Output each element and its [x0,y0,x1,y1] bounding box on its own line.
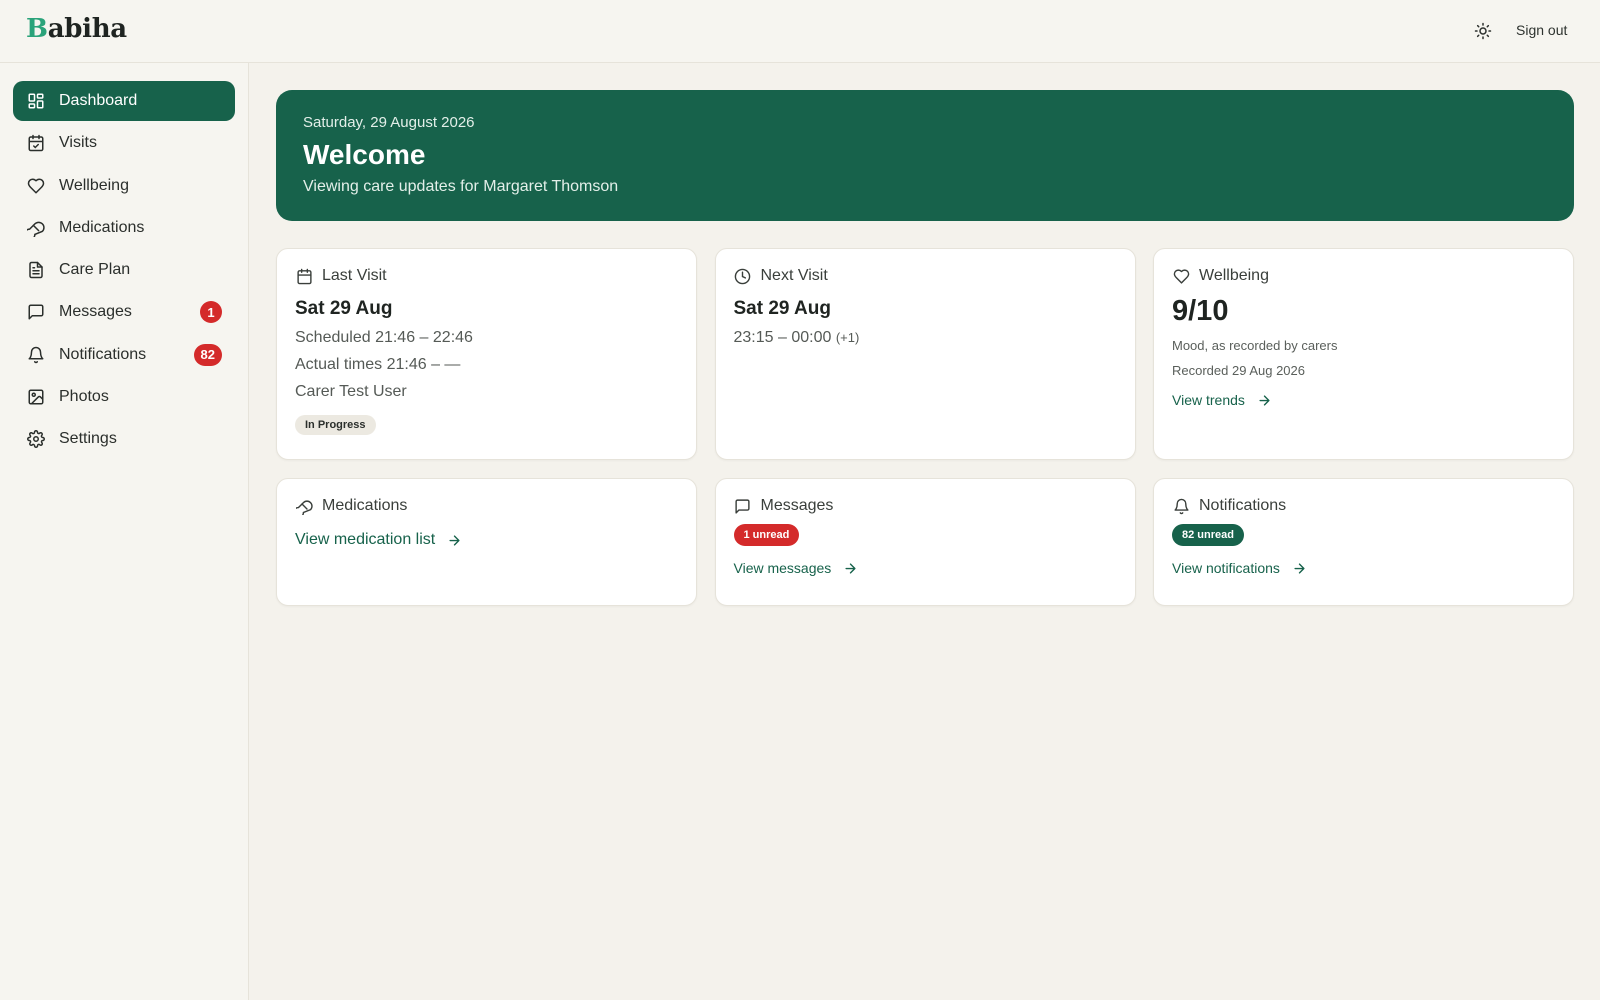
card-title: Wellbeing [1199,267,1269,284]
pill-icon [295,497,313,515]
sidebar-item-label: Wellbeing [59,176,129,194]
logo-initial: B [26,14,48,44]
status-badge: In Progress [295,415,376,435]
heart-icon [1172,267,1190,285]
arrow-right-icon [447,533,462,548]
last-visit-card: Last Visit Sat 29 Aug Scheduled 21:46 – … [276,248,697,460]
theme-toggle-button[interactable] [1472,20,1494,42]
image-icon [27,388,45,406]
dashboard-icon [27,92,45,110]
sidebar-item-label: Dashboard [59,92,138,109]
messages-card: Messages 1 unread View messages [714,478,1136,606]
sidebar-item-settings[interactable]: Settings [13,419,235,459]
sidebar-item-medications[interactable]: Medications [13,208,235,248]
arrow-right-icon [843,561,858,576]
sidebar-item-photos[interactable]: Photos [13,377,235,417]
actual-time: Actual times 21:46 – — [295,356,461,373]
arrow-right-icon [1292,561,1307,576]
link-label: View notifications [1172,560,1280,576]
calendar-check-icon [27,134,45,152]
card-title: Next Visit [760,267,828,284]
sun-icon [1474,22,1492,40]
sidebar-item-wellbeing[interactable]: Wellbeing [13,166,235,206]
sidebar: Dashboard Visits Wellbeing Medications C… [0,63,249,1000]
next-visit-card: Next Visit Sat 29 Aug 23:15 – 00:00 (+1) [714,248,1136,460]
view-medication-list-link[interactable]: View medication list [295,531,462,549]
document-icon [27,261,45,279]
recorded-date: Recorded 29 Aug 2026 [1172,363,1305,378]
arrow-right-icon [1257,393,1272,408]
sidebar-item-label: Notifications [59,345,147,363]
main-content: Saturday, 29 August 2026 Welcome Viewing… [276,90,1574,606]
sidebar-item-label: Medications [59,218,145,236]
sidebar-item-label: Settings [59,430,117,448]
sidebar-item-messages[interactable]: Messages 1 [13,292,235,332]
sidebar-item-label: Messages [59,303,132,321]
view-notifications-link[interactable]: View notifications [1172,560,1307,576]
notifications-card: Notifications 82 unread View notificatio… [1153,478,1574,606]
card-header: Medications [295,497,407,515]
sidebar-item-visits[interactable]: Visits [13,123,235,163]
sidebar-item-care-plan[interactable]: Care Plan [13,250,235,290]
dashboard-cards: Last Visit Sat 29 Aug Scheduled 21:46 – … [276,248,1574,606]
card-header: Last Visit [295,267,678,285]
wellbeing-card: Wellbeing 9/10 Mood, as recorded by care… [1153,248,1574,460]
current-date: Saturday, 29 August 2026 [303,114,475,131]
link-label: View messages [733,560,832,576]
time-range: 23:15 – 00:00 [733,329,832,346]
sidebar-item-label: Care Plan [59,261,131,279]
unread-notifications-badge: 82 unread [1172,524,1244,546]
wellbeing-score: 9/10 [1172,295,1229,327]
view-messages-link[interactable]: View messages [734,560,859,576]
heart-icon [27,177,45,195]
logo-text: abiha [47,14,127,44]
sidebar-item-label: Photos [59,388,109,406]
sidebar-nav: Dashboard Visits Wellbeing Medications C… [13,81,235,462]
welcome-banner: Saturday, 29 August 2026 Welcome Viewing… [276,90,1574,221]
clock-icon [734,267,752,285]
wellbeing-description: Mood, as recorded by carers [1172,338,1338,353]
link-label: View trends [1172,392,1245,408]
app-logo[interactable]: Babiha [26,14,127,44]
page-title: Welcome [303,139,426,170]
view-trends-link[interactable]: View trends [1172,392,1272,408]
pill-icon [27,219,45,237]
card-title: Messages [760,497,834,514]
calendar-icon [295,267,313,285]
message-icon [734,497,752,515]
top-bar: Babiha Sign out [0,0,1600,63]
gear-icon [27,430,45,449]
card-header: Wellbeing [1172,267,1269,285]
last-visit-date: Sat 29 Aug [295,298,393,319]
bell-icon [27,346,45,364]
medications-card: Medications View medication list [276,478,697,606]
next-visit-date: Sat 29 Aug [733,298,832,319]
card-title: Last Visit [322,267,387,284]
bell-icon [1172,497,1190,515]
card-title: Notifications [1199,497,1287,514]
day-offset: (+1) [835,330,860,345]
page-subtitle: Viewing care updates for Margaret Thomso… [303,178,619,195]
sidebar-item-notifications[interactable]: Notifications 82 [13,335,235,375]
sign-out-button[interactable]: Sign out [1516,22,1567,38]
card-header: Next Visit [734,267,1117,285]
notification-count-badge: 82 [193,343,222,366]
unread-messages-badge: 1 unread [733,524,800,546]
card-header: Notifications [1172,497,1286,515]
message-icon [27,303,45,321]
carer-name: Carer Test User [295,383,407,400]
card-title: Medications [322,497,408,514]
sidebar-item-label: Visits [59,134,97,152]
sidebar-item-dashboard[interactable]: Dashboard [13,81,235,121]
unread-count-badge: 1 [200,301,222,324]
link-label: View medication list [295,531,436,548]
scheduled-time: Scheduled 21:46 – 22:46 [295,329,473,346]
next-visit-time: 23:15 – 00:00 (+1) [734,329,1117,347]
card-header: Messages [734,497,834,515]
